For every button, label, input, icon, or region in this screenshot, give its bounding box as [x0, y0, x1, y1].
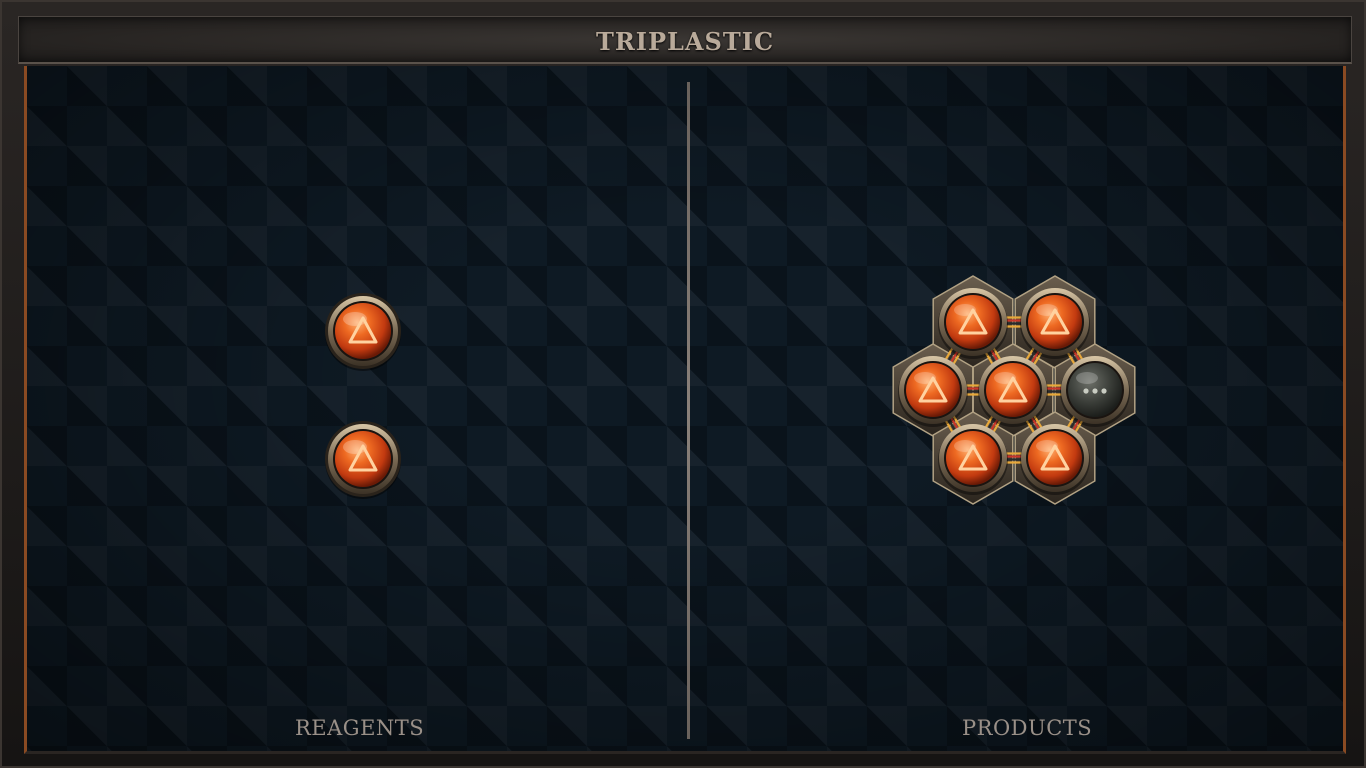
products-label: PRODUCTS — [962, 716, 1093, 740]
product-fire-atom[interactable] — [938, 424, 1008, 495]
puzzle-title: TRIPLASTIC — [595, 27, 775, 56]
panel-divider — [687, 82, 690, 739]
product-fire-atom[interactable] — [1020, 424, 1090, 495]
reagents-label: REAGENTS — [295, 716, 425, 740]
product-fire-atom[interactable] — [1020, 288, 1090, 359]
product-fire-atom[interactable] — [898, 356, 968, 427]
product-fire-atom[interactable] — [938, 288, 1008, 359]
puzzle-board: REAGENTS PRODUCTS — [24, 66, 1346, 754]
reagent-fire-atom[interactable] — [323, 419, 403, 499]
reagent-fire-atom[interactable] — [323, 291, 403, 371]
product-unknown-atom[interactable] — [1060, 356, 1130, 427]
ellipsis-icon — [1083, 388, 1107, 394]
product-molecule[interactable] — [889, 272, 1141, 512]
title-bar: TRIPLASTIC — [18, 16, 1352, 64]
product-fire-atom[interactable] — [978, 356, 1048, 427]
window-frame: TRIPLASTIC REAGENTS PRODUCTS — [0, 0, 1366, 768]
